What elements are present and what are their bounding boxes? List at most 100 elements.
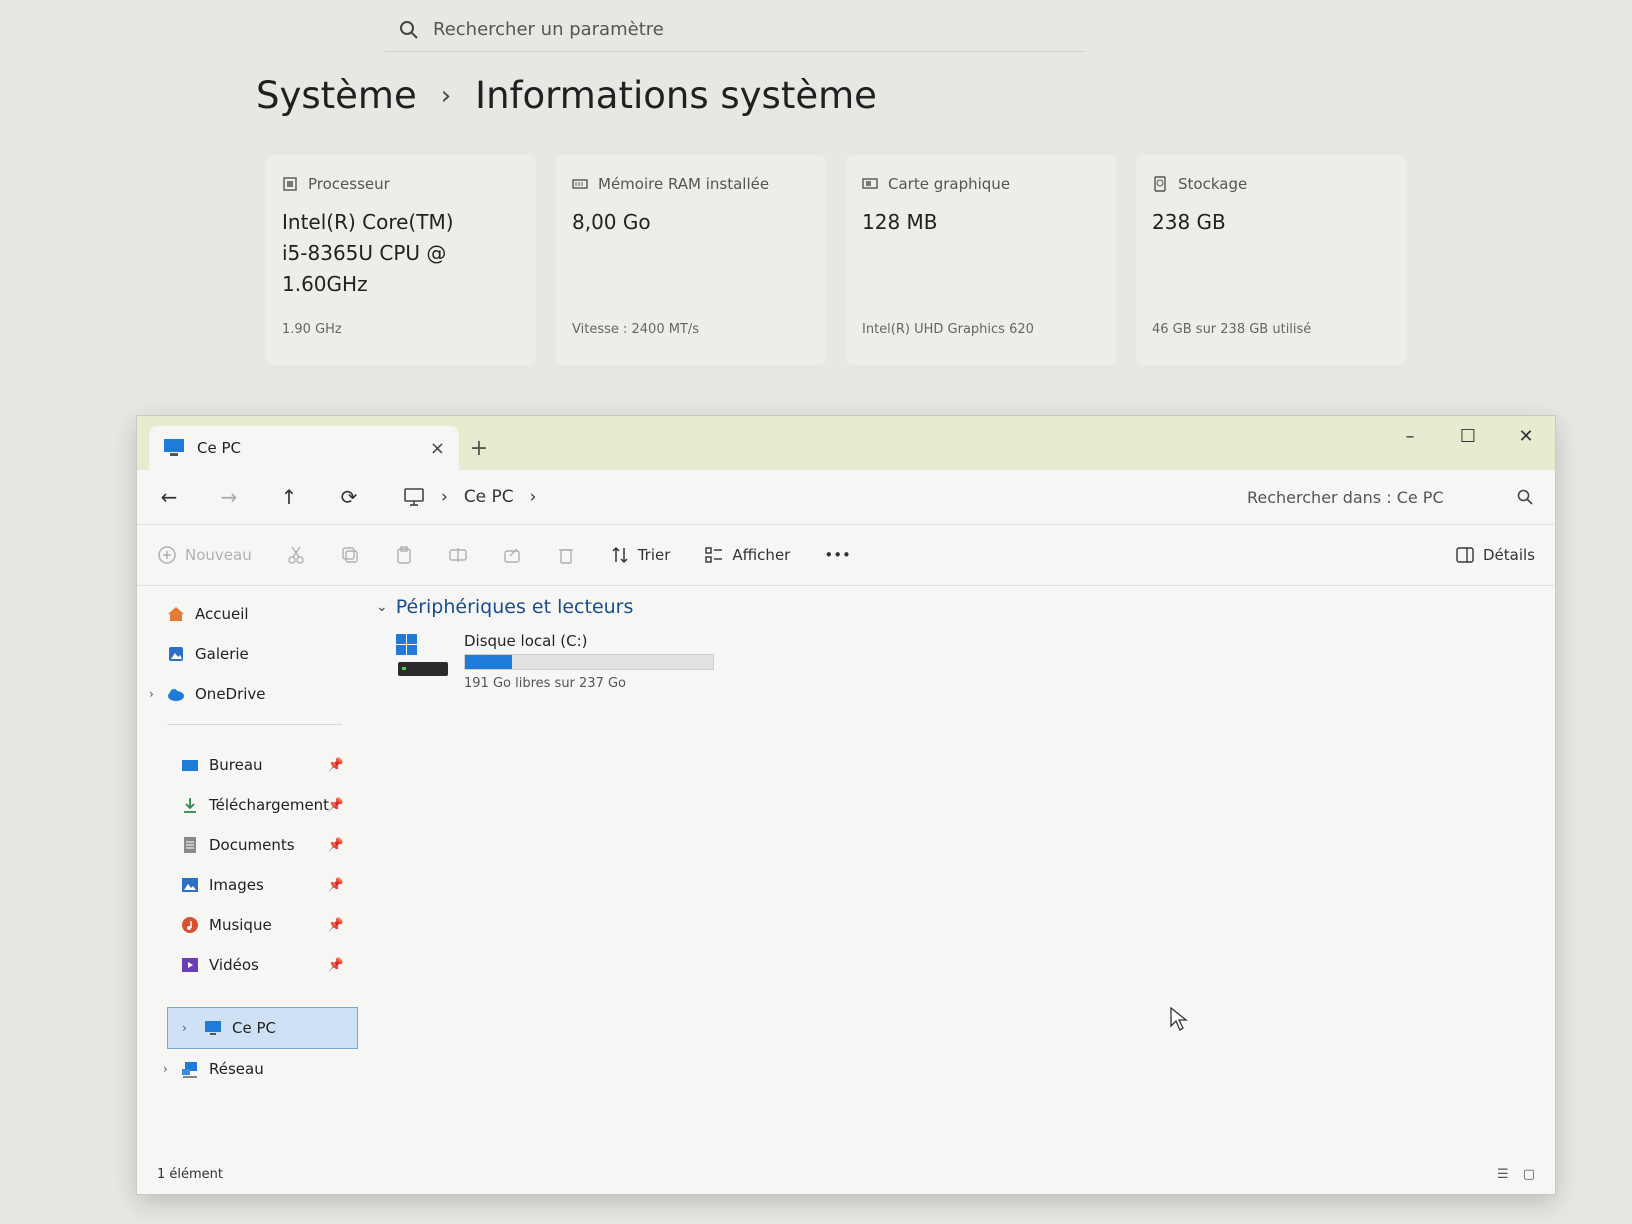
titlebar: Ce PC × + – ☐ ✕ xyxy=(137,416,1555,470)
sidebar-item-label: Bureau xyxy=(209,756,263,774)
explorer-search-input[interactable]: Rechercher dans : Ce PC xyxy=(1239,479,1539,515)
new-tab-button[interactable]: + xyxy=(459,426,499,470)
forward-button[interactable]: → xyxy=(213,481,245,513)
path-breadcrumb[interactable]: › Ce PC › xyxy=(403,486,536,508)
download-icon xyxy=(184,798,196,813)
minimize-button[interactable]: – xyxy=(1381,416,1439,456)
sidebar-item-images[interactable]: Images 📌 xyxy=(181,865,362,905)
sidebar-item-telechargement[interactable]: Téléchargement 📌 xyxy=(181,785,362,825)
chevron-down-icon: ⌄ xyxy=(376,599,388,615)
pin-icon: 📌 xyxy=(327,797,344,813)
sidebar-item-videos[interactable]: Vidéos 📌 xyxy=(181,945,362,985)
page-title: Informations système xyxy=(475,74,877,117)
sidebar-item-label: Ce PC xyxy=(232,1019,276,1037)
sidebar-item-bureau[interactable]: Bureau 📌 xyxy=(181,745,362,785)
cut-button[interactable] xyxy=(286,545,306,565)
rename-button[interactable] xyxy=(448,545,468,565)
document-icon xyxy=(184,837,196,853)
sidebar-item-onedrive[interactable]: › OneDrive xyxy=(149,674,362,714)
up-button[interactable]: ↑ xyxy=(273,481,305,513)
settings-search-placeholder: Rechercher un paramètre xyxy=(433,19,664,40)
spec-label: Carte graphique xyxy=(888,175,1011,193)
back-button[interactable]: ← xyxy=(153,481,185,513)
spec-value-line: 8,00 Go xyxy=(572,210,651,234)
path-separator[interactable]: › xyxy=(530,487,537,507)
details-pane-button[interactable]: Détails xyxy=(1455,545,1535,565)
sidebar-item-label: Musique xyxy=(209,916,272,934)
spec-card-storage: Stockage 238 GB 46 GB sur 238 GB utilisé xyxy=(1136,155,1406,365)
spec-card-gpu: Carte graphique 128 MB Intel(R) UHD Grap… xyxy=(846,155,1116,365)
tab-close-button[interactable]: × xyxy=(430,438,445,459)
sidebar-item-documents[interactable]: Documents 📌 xyxy=(181,825,362,865)
paste-button[interactable] xyxy=(394,545,414,565)
settings-search-input[interactable]: Rechercher un paramètre xyxy=(385,8,1085,52)
image-icon xyxy=(182,878,198,892)
breadcrumb: Système › Informations système xyxy=(256,74,877,117)
command-bar: Nouveau Trier Afficher ••• Détails xyxy=(137,525,1555,586)
maximize-button[interactable]: ☐ xyxy=(1439,416,1497,456)
pin-icon: 📌 xyxy=(327,757,344,773)
path-separator: › xyxy=(441,487,448,507)
sort-button[interactable]: Trier xyxy=(610,545,670,565)
refresh-button[interactable]: ⟳ xyxy=(333,481,365,513)
sidebar-item-reseau[interactable]: › Réseau xyxy=(163,1049,362,1089)
sidebar-item-ce-pc[interactable]: › Ce PC xyxy=(167,1007,358,1049)
sort-icon xyxy=(612,546,628,564)
path-location[interactable]: Ce PC xyxy=(464,487,514,507)
computer-icon xyxy=(205,1021,221,1035)
chevron-right-icon[interactable]: › xyxy=(182,1021,187,1035)
tab-ce-pc[interactable]: Ce PC × xyxy=(149,426,459,470)
share-button[interactable] xyxy=(502,545,522,565)
monitor-icon xyxy=(404,488,424,506)
view-button-label: Afficher xyxy=(732,546,791,564)
group-header-devices[interactable]: ⌄ Périphériques et lecteurs xyxy=(376,596,1555,618)
new-button[interactable]: Nouveau xyxy=(157,545,252,565)
mouse-cursor-icon xyxy=(1170,1006,1188,1031)
delete-button[interactable] xyxy=(556,545,576,565)
spec-value-line: i5-8365U CPU @ xyxy=(282,241,447,265)
close-window-button[interactable]: ✕ xyxy=(1497,416,1555,456)
locations-list: › Ce PC › Réseau xyxy=(163,1007,362,1089)
view-icon xyxy=(705,547,723,563)
drive-info: Disque local (C:) 191 Go libres sur 237 … xyxy=(464,632,714,691)
sidebar-item-accueil[interactable]: Accueil xyxy=(167,594,362,634)
spec-sub: 1.90 GHz xyxy=(282,322,342,337)
desktop-folder-icon xyxy=(182,760,198,771)
sidebar-item-musique[interactable]: Musique 📌 xyxy=(181,905,362,945)
tiles-view-icon[interactable]: ▢ xyxy=(1523,1167,1535,1182)
pin-icon: 📌 xyxy=(327,957,344,973)
spec-sub: 46 GB sur 238 GB utilisé xyxy=(1152,322,1312,337)
sidebar-item-label: Réseau xyxy=(209,1060,264,1078)
spec-value-line: 128 MB xyxy=(862,210,938,234)
search-icon xyxy=(400,20,418,39)
address-bar: ← → ↑ ⟳ › Ce PC › Rechercher dans : Ce P… xyxy=(137,470,1555,525)
spec-cards: Processeur Intel(R) Core(TM) i5-8365U CP… xyxy=(266,155,1406,365)
spec-value: 8,00 Go xyxy=(572,207,810,238)
drive-name: Disque local (C:) xyxy=(464,632,588,650)
spec-value-line: 1.60GHz xyxy=(282,272,368,296)
drive-item-c[interactable]: Disque local (C:) 191 Go libres sur 237 … xyxy=(394,632,1555,691)
sidebar-divider xyxy=(167,724,342,725)
sidebar-item-label: Vidéos xyxy=(209,956,259,974)
explorer-search-placeholder: Rechercher dans : Ce PC xyxy=(1247,487,1444,507)
search-icon xyxy=(1517,489,1533,505)
sidebar-item-galerie[interactable]: Galerie xyxy=(167,634,362,674)
tab-title: Ce PC xyxy=(197,439,241,457)
window-controls: – ☐ ✕ xyxy=(1381,416,1555,456)
breadcrumb-parent[interactable]: Système xyxy=(256,74,417,117)
more-options-button[interactable]: ••• xyxy=(824,546,851,564)
chevron-right-icon[interactable]: › xyxy=(163,1062,168,1076)
sidebar-item-label: Accueil xyxy=(195,605,249,623)
copy-button[interactable] xyxy=(340,545,360,565)
spec-label: Mémoire RAM installée xyxy=(598,175,770,193)
chevron-right-icon[interactable]: › xyxy=(149,687,154,701)
gallery-icon xyxy=(169,647,183,661)
status-bar: 1 élément ☰ ▢ xyxy=(137,1154,1555,1194)
details-view-icon[interactable]: ☰ xyxy=(1497,1167,1509,1182)
sidebar-item-label: Images xyxy=(209,876,264,894)
plus-circle-icon xyxy=(158,546,176,564)
spec-label: Stockage xyxy=(1178,175,1248,193)
details-pane-icon xyxy=(1456,547,1474,563)
view-button[interactable]: Afficher xyxy=(704,545,790,565)
